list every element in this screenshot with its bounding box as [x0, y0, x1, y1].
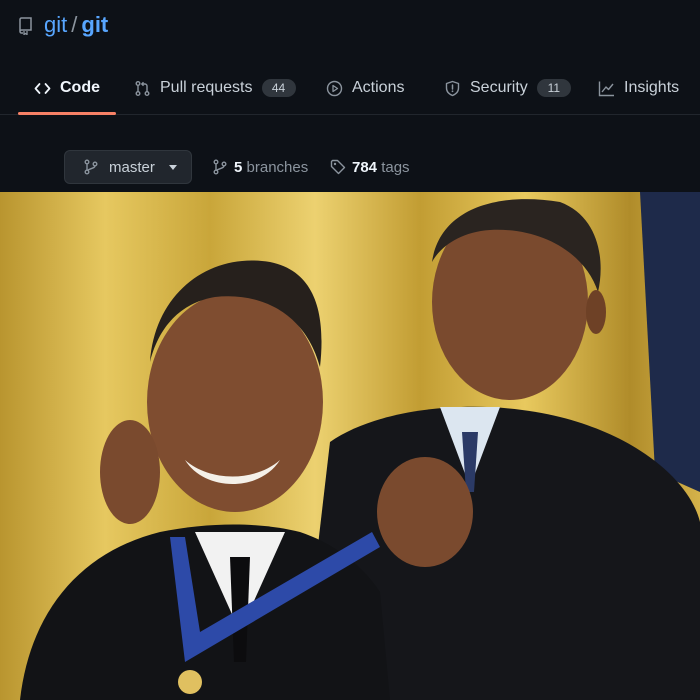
tab-insights-label: Insights — [624, 79, 680, 96]
branches-label: branches — [246, 158, 309, 176]
shield-icon — [445, 80, 460, 96]
chevron-down-icon — [168, 164, 177, 170]
branch-select-button[interactable]: master — [64, 150, 192, 184]
branch-icon — [84, 159, 98, 175]
branches-link[interactable]: 5 branches — [212, 150, 308, 184]
right-hand — [377, 457, 473, 567]
graph-icon — [598, 81, 614, 96]
play-icon — [326, 80, 343, 96]
repo-title: git / git — [44, 12, 108, 38]
tags-link[interactable]: 784 tags — [330, 150, 410, 184]
tab-pull-requests-label: Pull requests — [160, 79, 253, 96]
tab-actions[interactable]: Actions — [326, 62, 404, 114]
tab-security-label: Security — [470, 79, 528, 96]
meme-photo-illustration — [0, 192, 700, 700]
tags-count: 784 — [352, 158, 378, 176]
pull-requests-count-badge: 44 — [261, 79, 296, 97]
tags-label: tags — [381, 158, 410, 176]
repo-nav-tabs: Code Pull requests 44 Actions Security 1… — [0, 62, 700, 115]
tab-security[interactable]: Security 11 — [444, 62, 571, 114]
tab-insights[interactable]: Insights — [598, 62, 679, 114]
tab-pull-requests[interactable]: Pull requests 44 — [134, 62, 296, 114]
repo-owner-link[interactable]: git — [44, 12, 67, 37]
tag-icon — [330, 159, 346, 175]
meme-photo — [0, 192, 700, 700]
pull-request-icon — [135, 80, 150, 96]
current-branch-label: master — [109, 158, 155, 176]
tab-actions-label: Actions — [352, 79, 405, 96]
medal — [178, 670, 202, 694]
tab-code[interactable]: Code — [34, 62, 100, 114]
left-hand — [100, 420, 160, 524]
repo-name-link[interactable]: git — [81, 12, 108, 37]
tab-code-label: Code — [60, 79, 100, 96]
active-tab-underline — [18, 112, 116, 115]
branches-count: 5 — [234, 158, 243, 176]
repo-header: git / git — [0, 0, 700, 60]
repo-icon — [19, 17, 32, 35]
repo-separator: / — [71, 12, 78, 37]
security-count-badge: 11 — [536, 79, 571, 97]
branch-icon — [213, 159, 227, 175]
code-icon — [34, 82, 51, 94]
